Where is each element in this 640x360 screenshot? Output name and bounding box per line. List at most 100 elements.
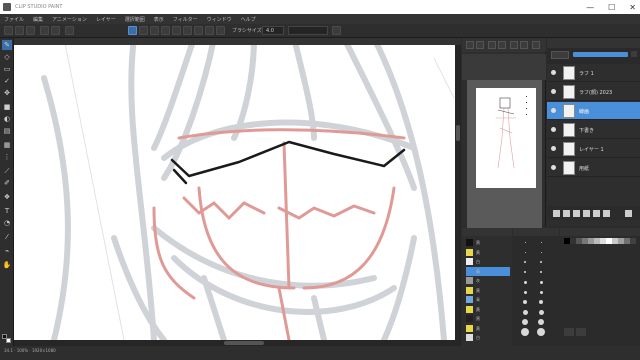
palette-color-cell[interactable] <box>630 238 636 244</box>
fit-icon[interactable] <box>488 41 496 49</box>
blend-mode-select[interactable] <box>288 26 328 35</box>
menu-edit[interactable]: 編集 <box>33 16 43 23</box>
opacity-slider[interactable] <box>573 52 628 57</box>
layer-row[interactable]: 用紙 <box>547 159 640 177</box>
color-set-item[interactable]: 黄 <box>466 248 510 257</box>
brush-size-preset[interactable] <box>524 251 526 253</box>
visibility-eye-icon[interactable] <box>551 146 556 151</box>
color-set-item[interactable]: 青 <box>466 295 510 304</box>
hand-icon[interactable]: ✋ <box>2 260 12 270</box>
brush-size-preset[interactable] <box>521 328 529 336</box>
text-icon[interactable]: T <box>2 206 12 216</box>
snap-grid-icon[interactable] <box>150 26 159 35</box>
brush-size-field[interactable]: 4.0 <box>262 26 284 35</box>
zoom-icon[interactable] <box>205 26 214 35</box>
menu-layer[interactable]: レイヤー <box>96 16 116 23</box>
add-color-icon[interactable] <box>564 328 574 336</box>
horizontal-scroll-thumb[interactable] <box>224 341 264 345</box>
open-file-icon[interactable] <box>15 26 24 35</box>
layer-row[interactable]: レイヤー 1 <box>547 140 640 158</box>
layer-row[interactable]: ラフ 1 <box>547 64 640 82</box>
brush-size-preset[interactable] <box>539 280 543 284</box>
menu-file[interactable]: ファイル <box>4 16 24 23</box>
color-set-item[interactable]: 白 <box>466 257 510 266</box>
maximize-button[interactable]: ☐ <box>608 3 615 12</box>
transfer-down-icon[interactable] <box>583 210 590 217</box>
lasso-icon[interactable]: ✓ <box>2 76 12 86</box>
color-set-item[interactable]: 黄 <box>466 305 510 314</box>
brush-size-preset[interactable] <box>522 319 528 325</box>
frame-icon[interactable]: ▦ <box>2 140 12 150</box>
vertical-scroll-thumb[interactable] <box>456 125 460 141</box>
figure-icon[interactable]: ▤ <box>2 126 12 136</box>
minimize-button[interactable]: — <box>586 3 594 12</box>
brush-size-preset[interactable] <box>537 328 545 336</box>
brush-size-preset[interactable] <box>540 241 542 243</box>
layer-row[interactable]: ラフ(顔) 2023 <box>547 83 640 101</box>
new-vector-layer-icon[interactable] <box>563 210 570 217</box>
rotate-right-icon[interactable] <box>520 41 528 49</box>
menu-selection[interactable]: 選択範囲 <box>125 16 145 23</box>
color-set-item[interactable]: 青 <box>466 266 510 276</box>
brush-size-preset[interactable] <box>522 309 528 315</box>
brush-size-preset[interactable] <box>523 300 527 304</box>
delete-layer-icon[interactable] <box>625 210 632 217</box>
settings-icon[interactable] <box>332 26 341 35</box>
new-file-icon[interactable] <box>4 26 13 35</box>
snap-ruler-icon[interactable] <box>139 26 148 35</box>
move-icon[interactable]: ✥ <box>2 88 12 98</box>
sub-color-swatch[interactable] <box>6 338 11 343</box>
menu-animation[interactable]: アニメーション <box>52 16 87 23</box>
snap-special-icon[interactable] <box>161 26 170 35</box>
visibility-eye-icon[interactable] <box>551 70 556 75</box>
selection-icon[interactable]: ▭ <box>2 64 12 74</box>
mask-icon[interactable] <box>603 210 610 217</box>
eyedropper-icon[interactable]: ⁄ <box>2 232 12 242</box>
clear-icon[interactable] <box>65 26 74 35</box>
flip-icon[interactable] <box>532 41 540 49</box>
fill-mode-icon[interactable] <box>172 26 181 35</box>
brush-size-preset[interactable] <box>540 271 542 273</box>
blend-mode-dropdown[interactable] <box>551 51 569 59</box>
layer-row[interactable]: 下書き <box>547 121 640 139</box>
navigator-preview[interactable] <box>467 80 542 228</box>
brush-size-preset[interactable] <box>524 271 526 273</box>
visibility-eye-icon[interactable] <box>551 165 556 170</box>
grid-icon[interactable] <box>183 26 192 35</box>
close-button[interactable]: ✕ <box>629 3 636 12</box>
ruler-icon[interactable] <box>194 26 203 35</box>
brush-size-preset[interactable] <box>540 261 542 263</box>
balloon-icon[interactable]: ◔ <box>2 218 12 228</box>
brush-size-preset[interactable] <box>523 280 527 284</box>
brush-size-preset[interactable] <box>538 319 544 325</box>
vertical-scrollbar[interactable] <box>455 45 461 340</box>
visibility-eye-icon[interactable] <box>551 127 556 132</box>
navigator-slider-area[interactable] <box>462 54 546 80</box>
layer-row[interactable]: 線画 <box>547 102 640 120</box>
new-folder-icon[interactable] <box>573 210 580 217</box>
menu-help[interactable]: ヘルプ <box>241 16 256 23</box>
zoom-out-icon[interactable] <box>466 41 474 49</box>
color-set-item[interactable]: 白 <box>466 333 510 342</box>
brush-size-preset[interactable] <box>538 309 544 315</box>
operation-icon[interactable]: ⌁ <box>2 246 12 256</box>
redo-icon[interactable] <box>51 26 60 35</box>
menu-view[interactable]: 表示 <box>154 16 164 23</box>
pen-mode-icon[interactable] <box>128 26 137 35</box>
color-set-item[interactable]: 黄 <box>466 286 510 295</box>
actual-size-icon[interactable] <box>498 41 506 49</box>
canvas[interactable] <box>14 38 461 346</box>
ruler-tool-icon[interactable]: ⋮ <box>2 152 12 162</box>
eraser-icon[interactable]: ◇ <box>2 52 12 62</box>
visibility-eye-icon[interactable] <box>551 108 556 113</box>
color-set-item[interactable]: 黒 <box>466 314 510 323</box>
brush-size-preset[interactable] <box>539 290 543 294</box>
undo-icon[interactable] <box>40 26 49 35</box>
pen-icon[interactable]: ✎ <box>2 40 12 50</box>
save-icon[interactable] <box>26 26 35 35</box>
new-raster-layer-icon[interactable] <box>553 210 560 217</box>
visibility-eye-icon[interactable] <box>551 89 556 94</box>
color-set-item[interactable]: 黒 <box>466 238 510 247</box>
brush-size-preset[interactable] <box>539 300 543 304</box>
lock-icon[interactable] <box>631 51 637 57</box>
